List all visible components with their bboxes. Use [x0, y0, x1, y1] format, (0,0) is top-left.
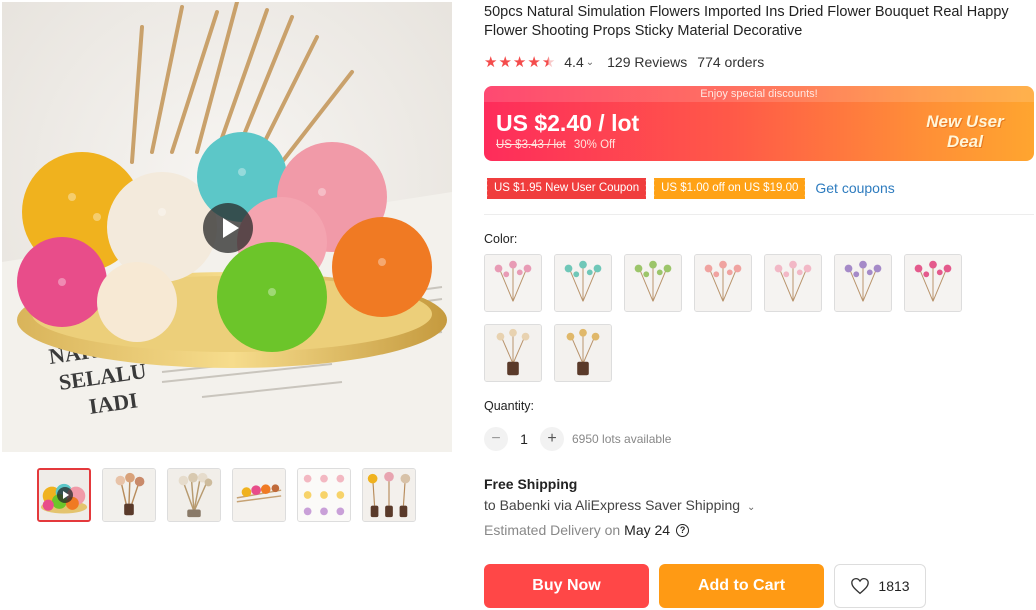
swatch-image: [555, 255, 611, 311]
star-icon: ★: [512, 53, 527, 71]
main-product-image[interactable]: NAKA SELALU IADI: [2, 2, 452, 452]
color-option-9[interactable]: [554, 324, 612, 382]
quantity-stepper: − + 6950 lots available: [484, 427, 671, 451]
swatch-image: [485, 325, 541, 381]
new-user-deal-badge: New User Deal: [896, 102, 1034, 161]
thumbnail-4[interactable]: [232, 468, 286, 522]
thumbnail-image: [363, 469, 415, 521]
star-icon: ★: [484, 53, 498, 71]
quantity-label: Quantity:: [484, 399, 535, 413]
coupon-store-discount[interactable]: US $1.00 off on US $19.00: [652, 177, 806, 199]
estimated-delivery: Estimated Delivery on May 24 ?: [484, 522, 690, 538]
discount-banner: Enjoy special discounts!: [484, 86, 1034, 102]
shipping-destination-text: to Babenki via AliExpress Saver Shipping: [484, 497, 741, 513]
color-option-7[interactable]: [904, 254, 962, 312]
thumbnail-image: [103, 469, 155, 521]
swatch-image: [695, 255, 751, 311]
video-play-button[interactable]: [203, 203, 253, 253]
color-option-3[interactable]: [624, 254, 682, 312]
wishlist-count: 1813: [878, 578, 910, 594]
color-option-2[interactable]: [554, 254, 612, 312]
mini-play-icon: [57, 487, 73, 503]
coupon-row: US $1.95 New User Coupon US $1.00 off on…: [484, 177, 895, 199]
quantity-input[interactable]: [508, 427, 540, 451]
color-label: Color:: [484, 232, 518, 246]
original-price-row: US $3.43 / lot 30% Off: [496, 139, 615, 151]
rating-stars: ★ ★ ★ ★ ★: [484, 55, 555, 70]
color-option-5[interactable]: [764, 254, 822, 312]
thumbnail-video[interactable]: [37, 468, 91, 522]
help-icon[interactable]: ?: [676, 523, 690, 537]
quantity-decrease-button[interactable]: −: [484, 427, 508, 451]
swatch-image: [555, 325, 611, 381]
original-price: US $3.43 / lot: [496, 139, 566, 151]
deal-line-1: New User: [926, 111, 1004, 131]
wishlist-button[interactable]: 1813: [834, 564, 926, 608]
divider: [484, 214, 1034, 215]
price-box: Enjoy special discounts! US $2.40 / lot …: [484, 86, 1034, 161]
color-option-4[interactable]: [694, 254, 752, 312]
color-option-6[interactable]: [834, 254, 892, 312]
discount-percent: 30% Off: [573, 139, 616, 151]
thumbnail-image: [298, 469, 350, 521]
buy-now-button[interactable]: Buy Now: [484, 564, 649, 608]
swatch-image: [765, 255, 821, 311]
shipping-title: Free Shipping: [484, 476, 578, 492]
thumbnail-2[interactable]: [102, 468, 156, 522]
chevron-down-icon[interactable]: ⌄: [586, 57, 594, 68]
rating-value[interactable]: 4.4: [564, 54, 583, 70]
orders-count: 774 orders: [697, 54, 765, 70]
heart-icon: [851, 577, 870, 595]
eta-date: May 24: [624, 522, 671, 538]
star-icon: ★: [527, 53, 541, 71]
thumbnail-6[interactable]: [362, 468, 416, 522]
eta-label: Estimated Delivery on: [484, 522, 621, 538]
current-price: US $2.40 / lot: [496, 110, 640, 136]
swatch-image: [835, 255, 891, 311]
play-icon: [222, 218, 239, 238]
thumbnail-3[interactable]: [167, 468, 221, 522]
color-option-1[interactable]: [484, 254, 542, 312]
deal-line-2: Deal: [947, 131, 983, 151]
swatch-image: [485, 255, 541, 311]
swatch-image: [905, 255, 961, 311]
rating-row: ★ ★ ★ ★ ★ 4.4 ⌄ 129 Reviews 774 orders: [484, 53, 764, 71]
thumbnail-5[interactable]: [297, 468, 351, 522]
stock-available: 6950 lots available: [572, 432, 672, 446]
add-to-cart-button[interactable]: Add to Cart: [659, 564, 824, 608]
thumbnail-image: [233, 469, 285, 521]
quantity-increase-button[interactable]: +: [540, 427, 564, 451]
thumbnail-image: [168, 469, 220, 521]
coupon-new-user[interactable]: US $1.95 New User Coupon: [484, 177, 647, 199]
reviews-link[interactable]: 129 Reviews: [607, 54, 687, 70]
star-icon: ★: [498, 53, 512, 71]
color-option-8[interactable]: [484, 324, 542, 382]
swatch-image: [625, 255, 681, 311]
get-coupons-link[interactable]: Get coupons: [815, 180, 894, 196]
chevron-down-icon: ⌄: [746, 502, 756, 513]
shipping-destination[interactable]: to Babenki via AliExpress Saver Shipping…: [484, 497, 768, 513]
star-half-icon: ★: [541, 53, 556, 71]
product-title: 50pcs Natural Simulation Flowers Importe…: [484, 4, 1009, 39]
